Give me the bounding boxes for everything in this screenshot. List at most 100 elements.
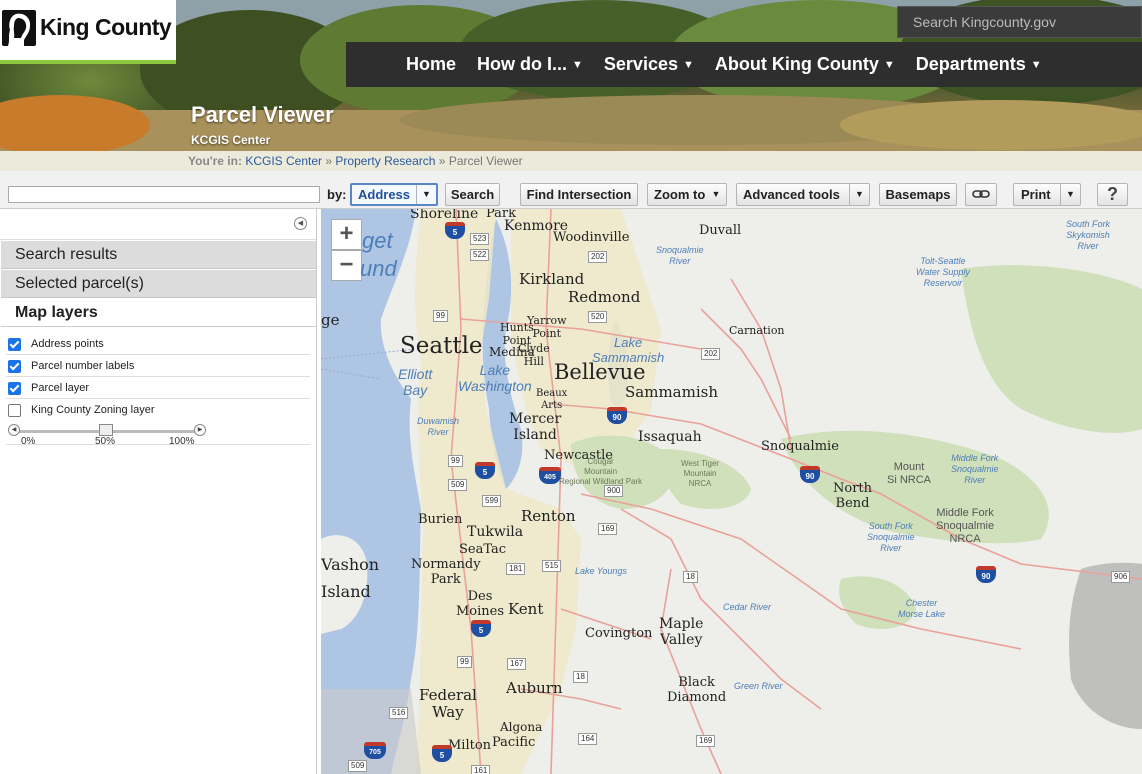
place-label: Vashon Island xyxy=(321,555,380,601)
print-button[interactable]: Print ▼ xyxy=(1013,183,1081,206)
opacity-slider-thumb[interactable] xyxy=(99,424,113,436)
nav-label: Services xyxy=(603,54,678,74)
interstate-shield-icon: 5 xyxy=(432,745,452,762)
slider-increase-icon[interactable]: ▶ xyxy=(194,424,206,436)
section-search-results[interactable]: Search results xyxy=(1,240,316,269)
route-marker: 99 xyxy=(433,310,448,322)
interstate-shield-icon: 90 xyxy=(976,566,996,583)
park-label: Cougar Mountain Regional Wildland Park xyxy=(559,457,643,486)
route-marker: 167 xyxy=(507,658,527,670)
chevron-down-icon: ▼ xyxy=(1060,184,1080,205)
chevron-down-icon: ▼ xyxy=(682,58,694,71)
slider-decrease-icon[interactable]: ◀ xyxy=(8,424,20,436)
water-label: Chester Morse Lake xyxy=(898,598,946,619)
zoom-to-button[interactable]: Zoom to ▼ xyxy=(647,183,727,206)
king-county-logo[interactable]: King County xyxy=(0,0,176,64)
interstate-shield-icon: 705 xyxy=(364,742,386,759)
place-label: SeaTac xyxy=(459,542,507,557)
zoning-layer-checkbox[interactable] xyxy=(8,404,21,417)
place-label: ge xyxy=(321,311,340,329)
interstate-shield-icon: 5 xyxy=(471,620,491,637)
water-label: Tolt-Seattle Water Supply Reservoir xyxy=(916,256,970,288)
collapse-panel-icon[interactable]: ◀ xyxy=(294,217,307,230)
layer-label: Parcel layer xyxy=(31,382,90,394)
link-button[interactable] xyxy=(965,183,997,206)
route-marker: 18 xyxy=(573,671,588,683)
place-label: Yarrow Point xyxy=(527,314,567,340)
advanced-tools-button[interactable]: Advanced tools ▼ xyxy=(736,183,870,206)
breadcrumb-property-research[interactable]: Property Research xyxy=(335,154,435,168)
section-selected-parcels[interactable]: Selected parcel(s) xyxy=(1,269,316,298)
chevron-down-icon: ▼ xyxy=(849,184,869,205)
place-label: Algona xyxy=(500,720,543,734)
place-label: Federal Way xyxy=(419,686,477,721)
nav-about-king-county[interactable]: About King County ▼ xyxy=(715,54,895,75)
layer-checkbox[interactable] xyxy=(8,338,21,351)
layer-row: Address points xyxy=(6,333,310,355)
route-marker: 599 xyxy=(482,495,502,507)
layer-checkbox[interactable] xyxy=(8,382,21,395)
layer-row: Parcel layer xyxy=(6,377,310,399)
nav-how-do-i[interactable]: How do I... ▼ xyxy=(477,54,583,75)
nav-home[interactable]: Home xyxy=(406,54,456,75)
route-marker: 18 xyxy=(683,571,698,583)
route-marker: 99 xyxy=(457,656,472,668)
route-marker: 164 xyxy=(578,733,598,745)
print-label: Print xyxy=(1021,187,1051,202)
opacity-tick-label: 0% xyxy=(21,436,36,447)
place-label: Issaquah xyxy=(638,429,702,445)
site-header: King County Search Kingcounty.gov Home Ho… xyxy=(0,0,1142,151)
route-marker: 509 xyxy=(448,479,468,491)
panel-collapse-row: ◀ xyxy=(0,209,316,240)
advanced-tools-label: Advanced tools xyxy=(743,187,840,202)
route-marker: 169 xyxy=(598,523,618,535)
route-marker: 516 xyxy=(389,707,409,719)
interstate-shield-icon: 405 xyxy=(539,467,561,484)
zoom-out-button[interactable]: − xyxy=(331,250,362,281)
search-type-select[interactable]: Address ▼ xyxy=(350,183,438,206)
section-map-layers[interactable]: Map layers xyxy=(1,298,316,327)
left-panel: ◀ Search results Selected parcel(s) Map … xyxy=(0,209,317,774)
search-by-label: by: xyxy=(327,187,347,202)
route-marker: 522 xyxy=(470,249,490,261)
basemaps-button[interactable]: Basemaps xyxy=(879,183,957,206)
place-label: Redmond xyxy=(568,288,641,306)
logo-text: King County xyxy=(40,14,172,40)
water-label: Snoqualmie River xyxy=(656,245,704,266)
chevron-down-icon: ▼ xyxy=(1030,58,1042,71)
interstate-shield-icon: 90 xyxy=(800,466,820,483)
place-label: Burien xyxy=(418,512,463,527)
map-view[interactable]: + − Shoreline Park Kenmore Woodinville Duval… xyxy=(321,209,1142,774)
route-marker: 906 xyxy=(1111,571,1131,583)
water-label: Elliott Bay xyxy=(398,366,433,398)
site-search-input[interactable]: Search Kingcounty.gov xyxy=(897,6,1142,38)
search-input[interactable] xyxy=(8,186,320,203)
nav-label: About King County xyxy=(714,54,879,74)
route-marker: 202 xyxy=(588,251,608,263)
park-label: West Tiger Mountain NRCA xyxy=(681,459,720,488)
water-label: Middle Fork Snoqualmie River xyxy=(951,453,999,485)
layer-label: Parcel number labels xyxy=(31,360,135,372)
place-label: Kirkland xyxy=(519,270,585,288)
place-label: Auburn xyxy=(506,679,563,697)
zoning-layer-row: King County Zoning layer ◀ ▶ 0% 50% 100% xyxy=(6,399,310,447)
page-subtitle: KCGIS Center xyxy=(191,133,271,147)
breadcrumb-prefix: You're in: xyxy=(188,154,242,168)
nav-label: Home xyxy=(406,54,457,74)
route-marker: 509 xyxy=(348,760,368,772)
nav-services[interactable]: Services ▼ xyxy=(604,54,694,75)
place-label: Pacific xyxy=(492,735,536,750)
chevron-down-icon: ▼ xyxy=(883,58,895,71)
water-label: South Fork Snoqualmie River xyxy=(867,521,915,553)
interstate-shield-icon: 90 xyxy=(607,407,627,424)
search-button[interactable]: Search xyxy=(445,183,500,206)
breadcrumb-kcgis-center[interactable]: KCGIS Center xyxy=(245,154,322,168)
layer-checkbox[interactable] xyxy=(8,360,21,373)
place-label: Tukwila xyxy=(467,524,524,540)
nav-departments[interactable]: Departments ▼ xyxy=(916,54,1042,75)
help-button[interactable]: ? xyxy=(1097,183,1128,206)
find-intersection-button[interactable]: Find Intersection xyxy=(520,183,638,206)
route-marker: 900 xyxy=(604,485,624,497)
zoom-in-button[interactable]: + xyxy=(331,219,362,250)
place-label: Woodinville xyxy=(553,230,630,245)
